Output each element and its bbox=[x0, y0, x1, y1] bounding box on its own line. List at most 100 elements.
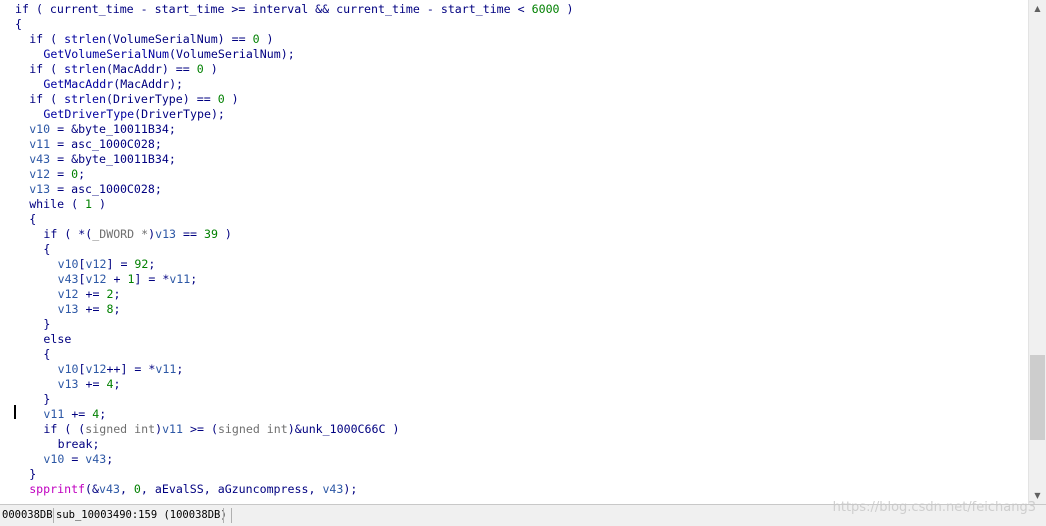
code-line[interactable]: if ( strlen(VolumeSerialNum) == 0 ) bbox=[29, 32, 273, 47]
code-token-var: v10 bbox=[43, 452, 65, 466]
code-token-punc: } bbox=[43, 392, 51, 406]
code-line[interactable]: v11 += 4; bbox=[43, 407, 106, 422]
code-token-punc: { bbox=[43, 242, 51, 256]
code-token-punc: ) bbox=[203, 62, 218, 76]
status-location: sub_10003490:159 (100038DB) bbox=[56, 509, 227, 521]
code-token-id: current_time bbox=[336, 2, 420, 16]
code-line[interactable]: } bbox=[43, 392, 50, 407]
code-token-punc: ) bbox=[92, 197, 106, 211]
code-token-punc: ; bbox=[99, 407, 107, 421]
code-token-punc: ] = * bbox=[134, 272, 170, 286]
code-line[interactable]: GetDriverType(DriverType); bbox=[43, 107, 225, 122]
code-line[interactable]: v10 = v43; bbox=[43, 452, 113, 467]
code-line[interactable]: else bbox=[43, 332, 71, 347]
code-line[interactable]: } bbox=[43, 317, 50, 332]
code-line[interactable]: if ( *(_DWORD *)v13 == 39 ) bbox=[43, 227, 232, 242]
code-line[interactable]: v11 = asc_1000C028; bbox=[29, 137, 162, 152]
code-token-punc: ++] = * bbox=[106, 362, 156, 376]
code-line[interactable]: v13 += 4; bbox=[58, 377, 121, 392]
code-line[interactable]: v43[v12 + 1] = *v11; bbox=[58, 272, 198, 287]
code-line[interactable]: { bbox=[29, 212, 36, 227]
code-line[interactable]: GetVolumeSerialNum(VolumeSerialNum); bbox=[43, 47, 294, 62]
code-token-var: v10 bbox=[57, 257, 79, 271]
code-line[interactable]: v12 = 0; bbox=[29, 167, 85, 182]
code-token-punc: ) == bbox=[161, 62, 197, 76]
code-token-func: GetMacAddr bbox=[43, 77, 114, 91]
code-token-num: 39 bbox=[203, 227, 218, 241]
code-token-punc: ; bbox=[78, 167, 86, 181]
code-token-punc: ; bbox=[168, 122, 176, 136]
code-token-id: aGzuncompress bbox=[217, 482, 309, 496]
code-line[interactable]: { bbox=[43, 347, 50, 362]
code-token-punc: *( bbox=[78, 227, 93, 241]
code-token-kw: if ( bbox=[15, 2, 50, 16]
code-token-id: current_time bbox=[49, 2, 134, 16]
code-token-var: v12 bbox=[29, 167, 51, 181]
code-token-id: DriverType bbox=[141, 107, 211, 121]
code-token-kw: break bbox=[57, 437, 93, 451]
code-token-punc: ; bbox=[148, 257, 156, 271]
code-token-punc: [ bbox=[78, 362, 86, 376]
code-token-punc: [ bbox=[78, 257, 86, 271]
code-token-punc: ; bbox=[154, 182, 162, 196]
code-token-punc: = bbox=[50, 137, 72, 151]
code-token-punc: { bbox=[29, 212, 37, 226]
code-line[interactable]: v13 += 8; bbox=[58, 302, 121, 317]
code-line[interactable]: v10[v12] = 92; bbox=[58, 257, 156, 272]
code-line[interactable]: while ( 1 ) bbox=[29, 197, 106, 212]
code-token-punc: += bbox=[64, 407, 93, 421]
code-token-punc: ; bbox=[113, 287, 121, 301]
code-line[interactable]: v10[v12++] = *v11; bbox=[58, 362, 184, 377]
code-line[interactable]: } bbox=[29, 467, 36, 482]
scroll-up-icon[interactable]: ▲ bbox=[1029, 0, 1046, 17]
code-token-num: 0 bbox=[217, 92, 225, 106]
pseudocode-view[interactable]: if ( current_time - start_time >= interv… bbox=[0, 0, 1028, 504]
watermark: https://blog.csdn.net/feichang3 bbox=[832, 500, 1036, 515]
code-token-func: strlen bbox=[64, 62, 106, 76]
code-token-kw: else bbox=[43, 332, 72, 346]
code-token-punc: ) == bbox=[217, 32, 253, 46]
code-line[interactable]: { bbox=[15, 17, 22, 32]
code-token-punc: } bbox=[43, 317, 51, 331]
code-token-var: v12 bbox=[85, 257, 107, 271]
code-line[interactable]: if ( (signed int)v11 >= (signed int)&unk… bbox=[43, 422, 399, 437]
code-token-punc: - bbox=[133, 2, 155, 16]
code-line[interactable]: if ( current_time - start_time >= interv… bbox=[15, 2, 574, 17]
code-token-punc: = & bbox=[50, 122, 79, 136]
code-token-kw: if ( bbox=[29, 62, 65, 76]
code-token-punc: ; bbox=[106, 452, 114, 466]
scrollbar-thumb[interactable] bbox=[1030, 355, 1045, 440]
code-token-punc: ( bbox=[105, 62, 113, 76]
code-line[interactable]: v43 = &byte_10011B34; bbox=[29, 152, 176, 167]
code-line[interactable]: { bbox=[43, 242, 50, 257]
code-token-id: asc_1000C028 bbox=[71, 137, 155, 151]
status-divider bbox=[223, 508, 224, 523]
status-address: 000038DB bbox=[2, 509, 53, 521]
code-token-punc: ) bbox=[385, 422, 400, 436]
code-token-punc: , bbox=[203, 482, 218, 496]
code-line[interactable]: v10 = &byte_10011B34; bbox=[29, 122, 176, 137]
code-token-punc: ( bbox=[105, 92, 113, 106]
code-line[interactable]: break; bbox=[58, 437, 100, 452]
code-token-punc: ); bbox=[210, 107, 225, 121]
code-token-var: v13 bbox=[57, 377, 79, 391]
code-line[interactable]: v13 = asc_1000C028; bbox=[29, 182, 162, 197]
code-token-punc: == bbox=[176, 227, 204, 241]
code-token-var: v43 bbox=[29, 152, 51, 166]
code-token-num: 0 bbox=[196, 62, 204, 76]
code-line[interactable]: if ( strlen(MacAddr) == 0 ) bbox=[29, 62, 218, 77]
code-token-id: start_time bbox=[154, 2, 225, 16]
code-token-var: v11 bbox=[162, 422, 184, 436]
code-line[interactable]: if ( strlen(DriverType) == 0 ) bbox=[29, 92, 238, 107]
code-token-punc: ( bbox=[105, 32, 113, 46]
code-line[interactable]: GetMacAddr(MacAddr); bbox=[43, 77, 183, 92]
code-token-punc: >= bbox=[224, 2, 253, 16]
code-line[interactable]: v12 += 2; bbox=[58, 287, 121, 302]
code-token-punc: ; bbox=[176, 362, 184, 376]
code-token-var: v12 bbox=[85, 362, 107, 376]
code-line[interactable]: spprintf(&v43, 0, aEvalSS, aGzuncompress… bbox=[29, 482, 357, 497]
code-token-num: 0 bbox=[133, 482, 141, 496]
code-token-punc: ) bbox=[224, 92, 239, 106]
code-token-id: unk_1000C66C bbox=[301, 422, 386, 436]
vertical-scrollbar[interactable]: ▲ ▼ bbox=[1028, 0, 1046, 504]
